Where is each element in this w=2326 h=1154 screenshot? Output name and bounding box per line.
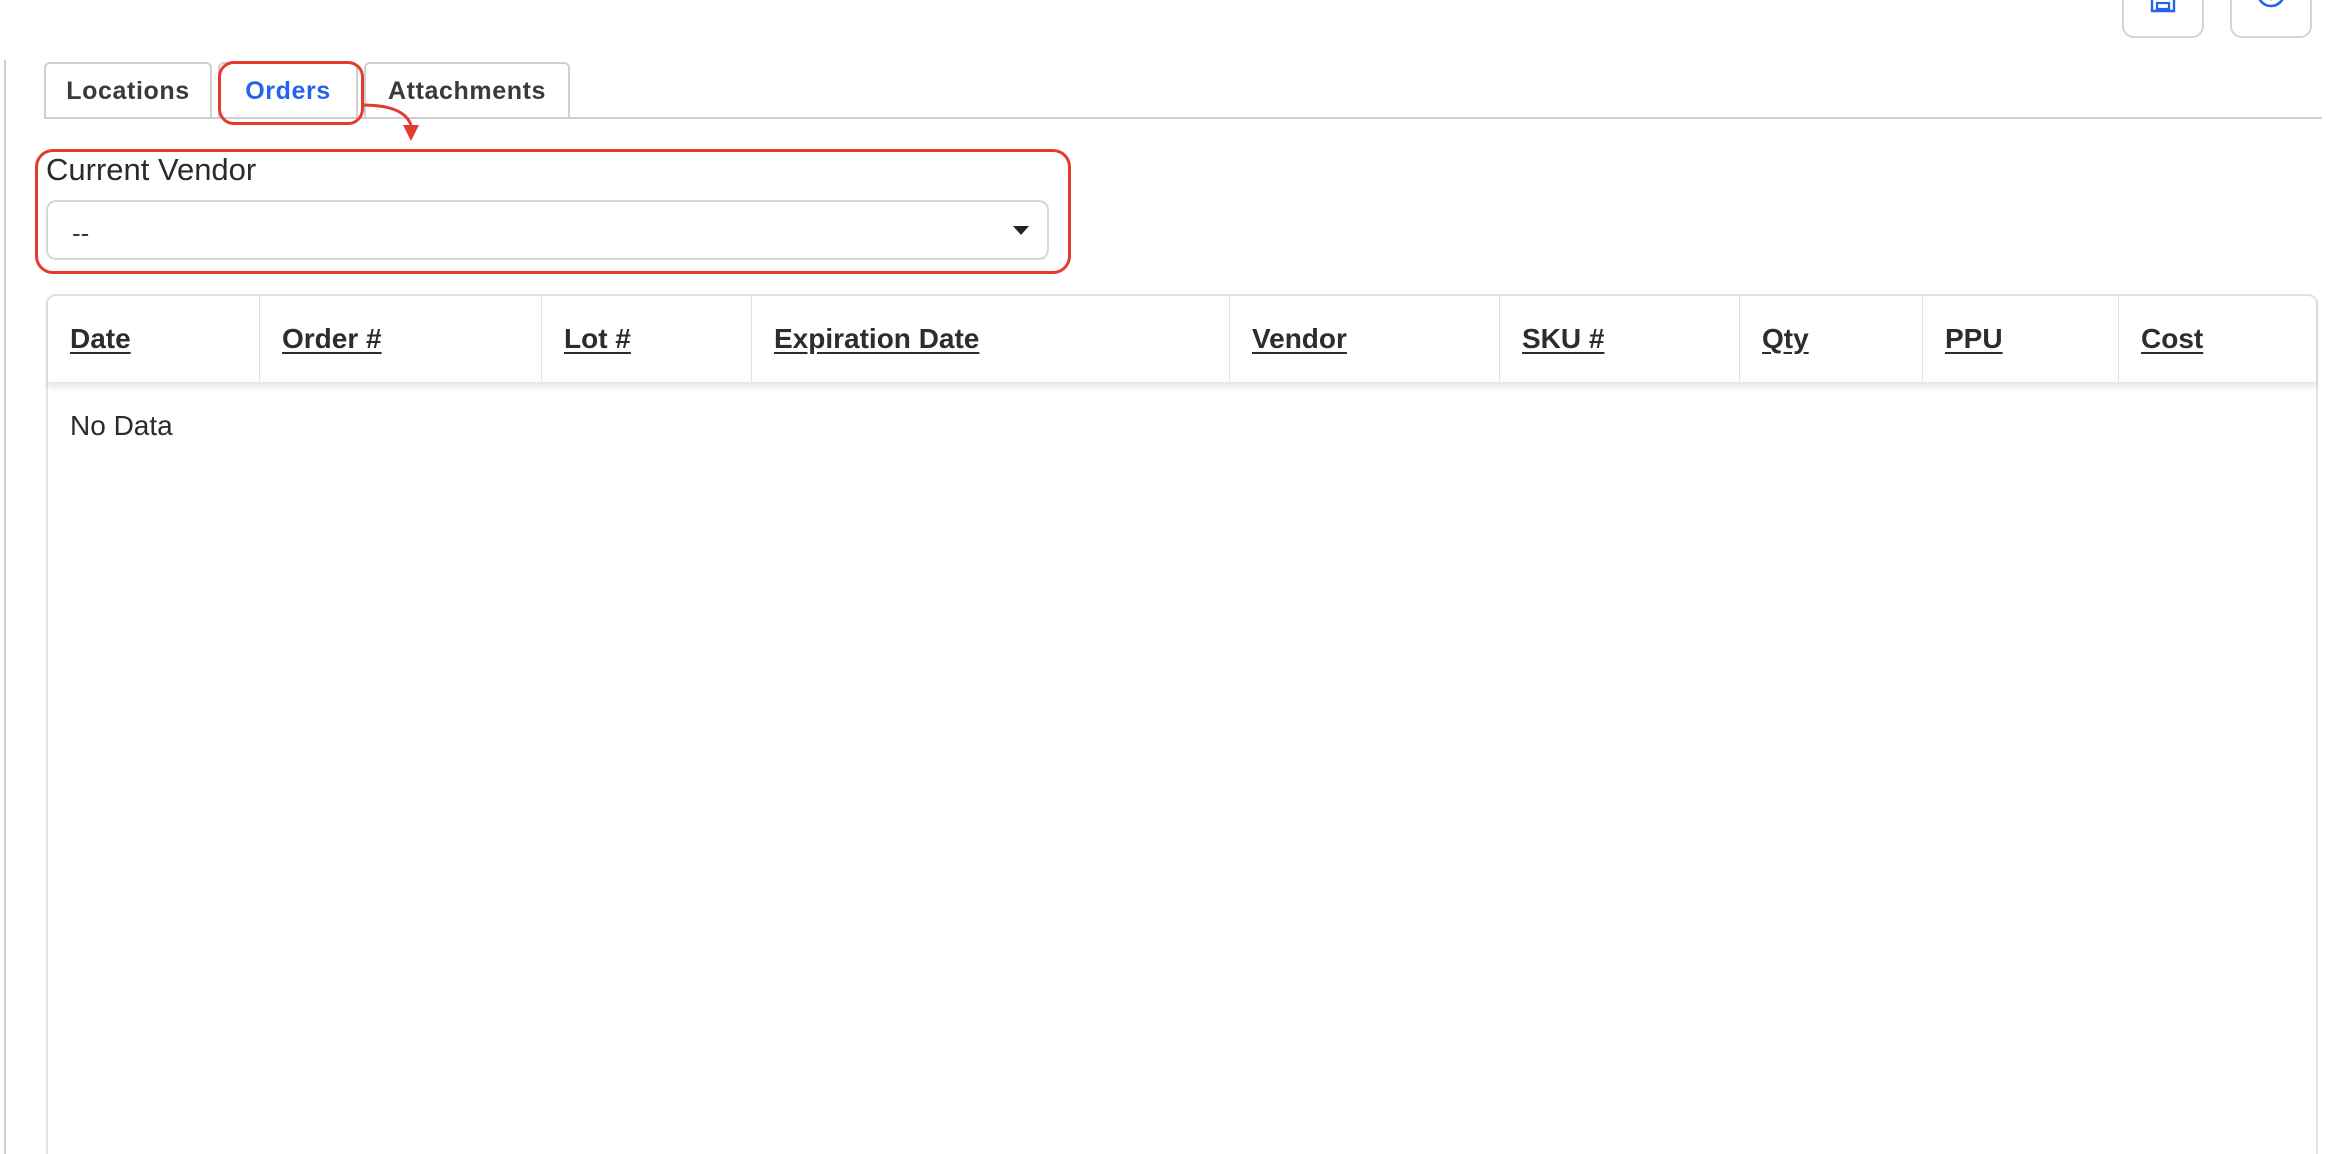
left-divider	[4, 60, 6, 1154]
page: Locations Orders Attachments Current Ven…	[0, 0, 2326, 1154]
column-header-qty[interactable]: Qty	[1740, 296, 1923, 382]
column-header-lot[interactable]: Lot #	[542, 296, 752, 382]
annotation-arrow	[360, 103, 419, 141]
cancel-button[interactable]	[2230, 0, 2312, 38]
save-button[interactable]	[2122, 0, 2204, 38]
annotation-highlight-vendor-select	[35, 149, 1071, 274]
column-header-vendor[interactable]: Vendor	[1230, 296, 1500, 382]
annotation-highlight-orders-tab	[218, 61, 364, 125]
close-circle-icon	[2256, 0, 2286, 18]
tab-locations[interactable]: Locations	[44, 62, 212, 118]
column-header-order[interactable]: Order #	[260, 296, 542, 382]
empty-state-text: No Data	[70, 410, 173, 441]
save-icon	[2150, 0, 2176, 18]
column-header-cost[interactable]: Cost	[2119, 296, 2316, 382]
column-header-ppu[interactable]: PPU	[1923, 296, 2119, 382]
column-header-date[interactable]: Date	[48, 296, 260, 382]
orders-table: Date Order # Lot # Expiration Date Vendo…	[46, 294, 2318, 1154]
column-header-expiration-date[interactable]: Expiration Date	[752, 296, 1230, 382]
column-header-sku[interactable]: SKU #	[1500, 296, 1740, 382]
table-header: Date Order # Lot # Expiration Date Vendo…	[48, 296, 2316, 383]
